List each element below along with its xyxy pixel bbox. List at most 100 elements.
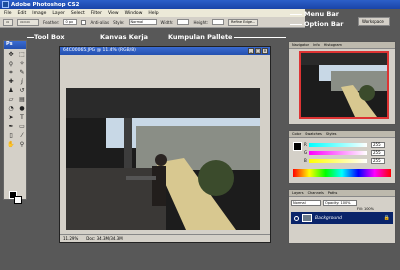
- gradient-icon[interactable]: ▤: [17, 96, 27, 104]
- tab-histogram[interactable]: Histogram: [324, 42, 342, 48]
- menu-select[interactable]: Select: [71, 11, 85, 16]
- height-label: Height:: [193, 19, 209, 25]
- move-icon[interactable]: ✥: [6, 51, 16, 59]
- layer-controls: Normal Opacity: 100%: [291, 200, 357, 206]
- magic-wand-icon[interactable]: ✧: [17, 60, 27, 68]
- eye-icon[interactable]: [294, 215, 299, 221]
- crop-icon[interactable]: ⌗: [6, 69, 16, 77]
- kumpulan-pallete-pointer: [234, 37, 286, 38]
- menu-bar: File Edit Image Layer Select Filter View…: [0, 9, 305, 17]
- menu-window[interactable]: Window: [125, 11, 143, 16]
- eraser-icon[interactable]: ▱: [6, 96, 16, 104]
- workspace-button[interactable]: Workspace: [358, 17, 390, 26]
- canvas-image[interactable]: [66, 88, 260, 230]
- tool-box-annotation: Tool Box: [34, 33, 65, 41]
- option-bar: ▭ ▭▭▭ Feather: 0 px Anti-alias Style: No…: [0, 17, 305, 28]
- tool-preset-picker[interactable]: ▭: [3, 18, 13, 26]
- color-r-value[interactable]: 255: [371, 142, 385, 148]
- minimize-button[interactable]: _: [248, 48, 254, 54]
- path-select-icon[interactable]: ➤: [6, 114, 16, 122]
- marquee-icon[interactable]: ⬚: [17, 51, 27, 59]
- navigator-preview: [301, 53, 387, 117]
- notes-icon[interactable]: ▯: [6, 132, 16, 140]
- layer-row-background[interactable]: Background 🔒: [291, 212, 393, 224]
- document-title[interactable]: 64C00065.JPG @ 11.4% (RGB/8): [60, 47, 270, 55]
- feather-label: Feather:: [43, 19, 60, 25]
- color-spectrum-bar[interactable]: [293, 169, 391, 177]
- height-input[interactable]: [212, 19, 225, 25]
- menu-image[interactable]: Image: [32, 11, 46, 16]
- menu-file[interactable]: File: [4, 11, 12, 16]
- color-b-slider[interactable]: [309, 159, 367, 163]
- color-b-value[interactable]: 255: [371, 158, 385, 164]
- lock-icon: 🔒: [383, 215, 390, 221]
- toolbox-header: Ps: [4, 41, 26, 49]
- new-selection-button[interactable]: ▭▭▭: [17, 18, 39, 26]
- width-input[interactable]: [177, 19, 190, 25]
- zoom-icon[interactable]: ⚲: [17, 141, 27, 149]
- tool-box-pointer: [27, 37, 34, 38]
- pen-icon[interactable]: ✒: [6, 123, 16, 131]
- color-tabs: Color Swatches Styles: [289, 131, 395, 138]
- photoshop-icon: [2, 1, 9, 8]
- hand-icon[interactable]: ✋: [6, 141, 16, 149]
- layer-name[interactable]: Background: [315, 216, 342, 221]
- document-status-bar: 11.29% Doc: 34.3M/34.3M: [60, 234, 270, 242]
- maximize-button[interactable]: □: [255, 48, 261, 54]
- type-icon[interactable]: T: [17, 114, 27, 122]
- tab-paths[interactable]: Paths: [328, 190, 338, 196]
- window-title: Adobe Photoshop CS2: [11, 1, 80, 8]
- tab-color[interactable]: Color: [292, 131, 301, 137]
- brush-icon[interactable]: ⅉ: [17, 78, 27, 86]
- color-g-value[interactable]: 255: [371, 150, 385, 156]
- menu-layer[interactable]: Layer: [52, 11, 65, 16]
- menu-filter[interactable]: Filter: [91, 11, 102, 16]
- refine-edge-button[interactable]: Refine Edge...: [228, 18, 259, 26]
- feather-input[interactable]: 0 px: [63, 19, 78, 25]
- zoom-level[interactable]: 11.29%: [63, 236, 78, 241]
- eyedropper-icon[interactable]: ⁄: [17, 132, 27, 140]
- menu-bar-annotation: Menu Bar: [304, 10, 339, 18]
- photo-illustration: [66, 88, 260, 230]
- antialias-label: Anti-alias: [90, 19, 110, 25]
- tab-navigator[interactable]: Navigator: [292, 42, 309, 48]
- dodge-icon[interactable]: ●: [17, 105, 27, 113]
- blend-mode-select[interactable]: Normal: [291, 200, 321, 206]
- shape-icon[interactable]: ▭: [17, 123, 27, 131]
- tab-layers[interactable]: Layers: [292, 190, 304, 196]
- healing-icon[interactable]: ✚: [6, 78, 16, 86]
- color-g-label: G: [304, 150, 308, 155]
- menu-view[interactable]: View: [108, 11, 119, 16]
- color-g-slider[interactable]: [309, 151, 367, 155]
- width-label: Width:: [160, 19, 174, 25]
- background-color-swatch[interactable]: [14, 196, 22, 204]
- blur-icon[interactable]: ◔: [6, 105, 16, 113]
- slice-icon[interactable]: ✎: [17, 69, 27, 77]
- option-bar-pointer: [290, 24, 302, 25]
- tab-swatches[interactable]: Swatches: [305, 131, 322, 137]
- close-button[interactable]: ×: [262, 48, 268, 54]
- menu-edit[interactable]: Edit: [18, 11, 27, 16]
- color-panel: Color Swatches Styles R 255 G 255 B 255: [288, 130, 396, 184]
- document-controls: _ □ ×: [248, 48, 268, 54]
- lasso-icon[interactable]: ϙ: [6, 60, 16, 68]
- menu-help[interactable]: Help: [148, 11, 158, 16]
- style-select[interactable]: Normal: [128, 19, 157, 25]
- option-bar-annotation: Option Bar: [304, 20, 344, 28]
- tab-styles[interactable]: Styles: [326, 131, 337, 137]
- color-r-slider[interactable]: [309, 143, 367, 147]
- antialias-checkbox[interactable]: [81, 19, 87, 25]
- navigator-tabs: Navigator Info Histogram: [289, 42, 395, 49]
- navigator-panel: Navigator Info Histogram: [288, 41, 396, 125]
- layers-tabs: Layers Channels Paths: [289, 190, 395, 197]
- layer-thumbnail: [302, 214, 312, 222]
- navigator-thumbnail[interactable]: [299, 51, 389, 119]
- history-brush-icon[interactable]: ↺: [17, 87, 27, 95]
- tool-box: Ps ✥ ⬚ ϙ ✧ ⌗ ✎ ✚ ⅉ ♟ ↺ ▱ ▤ ◔ ● ➤ T ✒ ▭ ▯…: [3, 40, 27, 204]
- tab-info[interactable]: Info: [313, 42, 320, 48]
- opacity-field[interactable]: Opacity: 100%: [323, 200, 357, 206]
- tab-channels[interactable]: Channels: [308, 190, 324, 196]
- color-fg-swatch[interactable]: [293, 142, 302, 151]
- toolbox-grid: ✥ ⬚ ϙ ✧ ⌗ ✎ ✚ ⅉ ♟ ↺ ▱ ▤ ◔ ● ➤ T ✒ ▭ ▯ ⁄ …: [4, 49, 26, 151]
- stamp-icon[interactable]: ♟: [6, 87, 16, 95]
